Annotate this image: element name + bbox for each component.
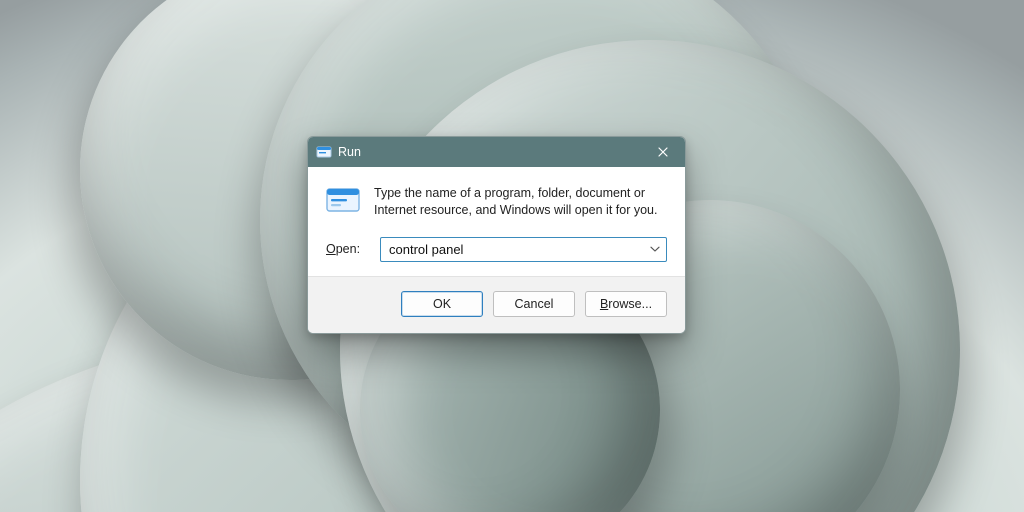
button-bar: OK Cancel Browse...	[308, 276, 685, 333]
open-input[interactable]	[380, 237, 667, 262]
run-dialog: Run Type the name of a program,	[307, 136, 686, 334]
dialog-title: Run	[338, 145, 361, 159]
open-combobox[interactable]	[380, 237, 667, 262]
titlebar[interactable]: Run	[308, 137, 685, 167]
dialog-body: Type the name of a program, folder, docu…	[308, 167, 685, 276]
close-icon	[658, 147, 668, 157]
open-row: Open:	[326, 237, 667, 262]
run-icon	[316, 144, 332, 160]
open-label: Open:	[326, 242, 366, 256]
cancel-button[interactable]: Cancel	[493, 291, 575, 317]
close-button[interactable]	[641, 137, 685, 167]
dialog-description: Type the name of a program, folder, docu…	[374, 185, 667, 219]
desktop-wallpaper: Run Type the name of a program,	[0, 0, 1024, 512]
run-icon	[326, 187, 360, 213]
description-row: Type the name of a program, folder, docu…	[326, 185, 667, 219]
browse-button[interactable]: Browse...	[585, 291, 667, 317]
ok-button[interactable]: OK	[401, 291, 483, 317]
